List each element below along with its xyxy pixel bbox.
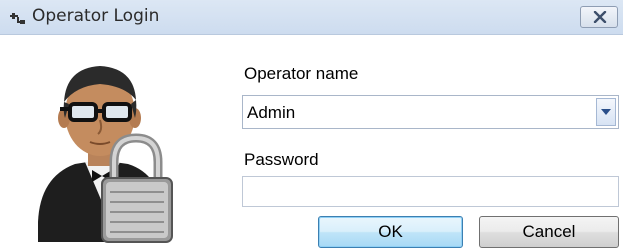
- close-button[interactable]: [580, 6, 618, 28]
- ok-button[interactable]: OK: [318, 216, 463, 248]
- chevron-down-icon: [601, 109, 611, 115]
- title-bar[interactable]: Operator Login: [0, 0, 623, 35]
- password-label: Password: [244, 150, 319, 169]
- network-plug-icon: [10, 10, 26, 26]
- dropdown-button[interactable]: [596, 98, 616, 126]
- login-dialog: Operator Login Operator name Admin Passw…: [0, 0, 623, 250]
- window-title: Operator Login: [32, 6, 160, 26]
- close-icon: [593, 11, 607, 23]
- operator-name-label: Operator name: [244, 64, 359, 83]
- operator-name-value: Admin: [247, 103, 296, 122]
- cancel-button[interactable]: Cancel: [479, 216, 619, 248]
- password-field[interactable]: [242, 176, 619, 207]
- operator-name-select[interactable]: Admin: [242, 95, 619, 129]
- operator-with-padlock-icon: [30, 52, 180, 247]
